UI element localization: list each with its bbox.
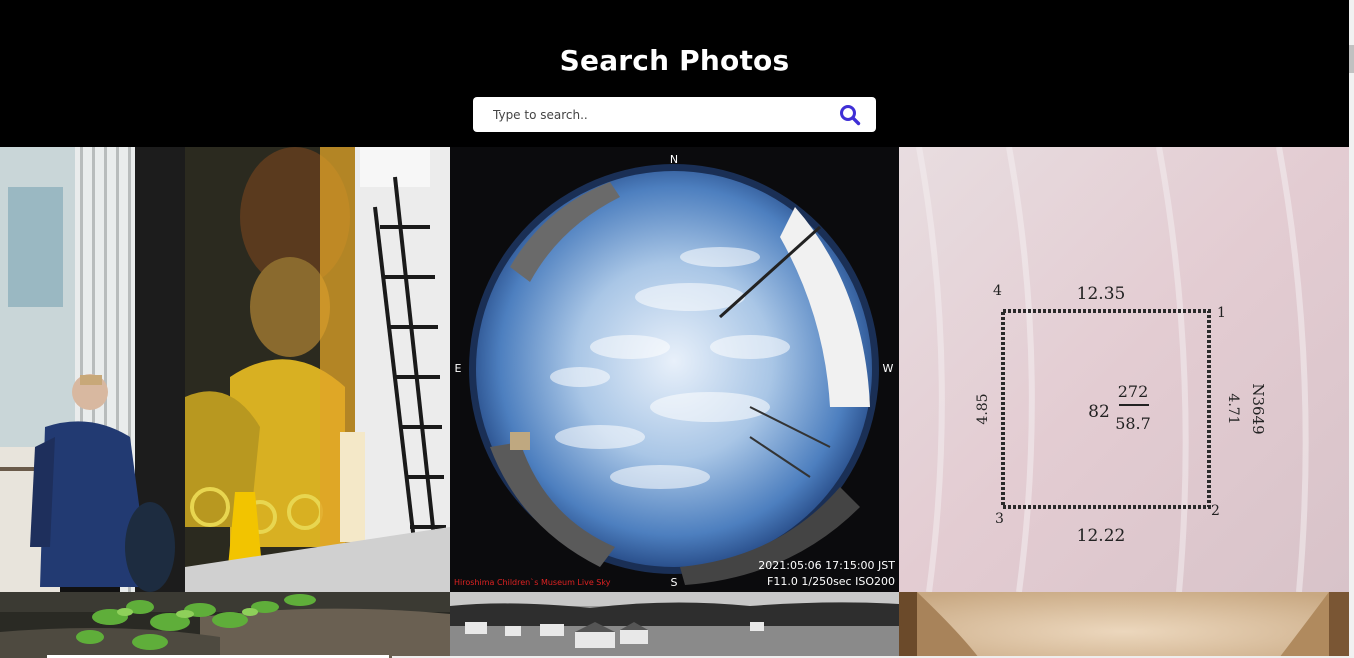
photo-caption-exposure: F11.0 1/250sec ISO200 [767, 575, 895, 588]
plot-lot-number: 82 [1088, 402, 1110, 422]
plot-corner-4: 4 [993, 283, 1002, 299]
photo-caption-left: Hiroshima Children`s Museum Live Sky [454, 577, 611, 587]
plants-image [0, 592, 450, 658]
interior-image [899, 592, 1349, 658]
photo-tile-interior[interactable] [899, 592, 1349, 658]
header: Search Photos [0, 0, 1349, 147]
photo-tile-plants[interactable] [0, 592, 450, 658]
search-icon [840, 105, 861, 126]
compass-north-label: N [670, 153, 678, 166]
compass-east-label: E [455, 362, 462, 375]
search-button[interactable] [838, 104, 862, 126]
search-bar [473, 97, 876, 132]
page-scrollbar[interactable] [1349, 0, 1354, 658]
village-image [450, 592, 899, 658]
plot-right-length: 4.71 [1225, 393, 1241, 424]
plot-corner-1: 1 [1217, 305, 1226, 321]
land-plot-image: 12.35 12.22 4.85 4.71 1 2 3 4 82 272 58.… [899, 147, 1349, 592]
photo-grid: N S E W Hiroshima Children`s Museum Live… [0, 147, 1349, 658]
photo-tile-land-plot[interactable]: 12.35 12.22 4.85 4.71 1 2 3 4 82 272 58.… [899, 147, 1349, 592]
plot-left-length: 4.85 [975, 393, 991, 424]
photo-caption-timestamp: 2021:05:06 17:15:00 JST [758, 559, 895, 572]
plot-fraction-top: 272 [1118, 382, 1149, 401]
plot-corner-3: 3 [995, 511, 1004, 527]
plot-top-length: 12.35 [1077, 284, 1126, 304]
photo-tile-village[interactable] [450, 592, 899, 658]
plot-bottom-length: 12.22 [1077, 526, 1126, 546]
photo-tile-street-mural[interactable] [0, 147, 450, 592]
scrollbar-thumb[interactable] [1349, 45, 1354, 73]
plot-corner-2: 2 [1211, 503, 1220, 519]
photo-tile-fisheye-sky[interactable]: N S E W Hiroshima Children`s Museum Live… [450, 147, 899, 592]
search-input[interactable] [473, 97, 833, 132]
compass-south-label: S [671, 576, 678, 589]
compass-west-label: W [883, 362, 894, 375]
plot-fraction-bottom: 58.7 [1115, 414, 1151, 433]
page-title: Search Photos [559, 44, 790, 77]
street-mural-image [0, 147, 450, 592]
fisheye-sky-image: N S E W Hiroshima Children`s Museum Live… [450, 147, 899, 592]
plot-side-code: N3649 [1249, 383, 1267, 434]
